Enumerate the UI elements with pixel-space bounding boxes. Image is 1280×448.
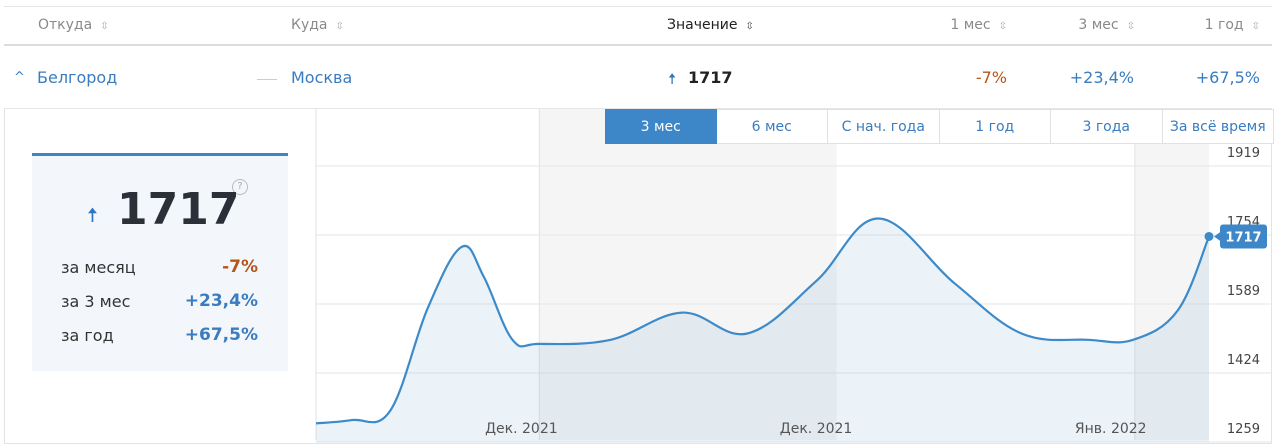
x-tick-label: Дек. 2021: [780, 421, 853, 437]
summary-label-3-months: за 3 мес: [61, 292, 131, 311]
y-tick-label: 1589: [1227, 284, 1260, 299]
tab-year-to-date[interactable]: С нач. года: [828, 109, 940, 144]
period-tabs: 3 мес 6 мес С нач. года 1 год 3 года За …: [605, 109, 1274, 144]
tab-3-months[interactable]: 3 мес: [605, 109, 717, 144]
summary-label-month: за месяц: [61, 258, 136, 277]
summary-value-3-months: +23,4%: [184, 291, 258, 311]
summary-label-year: за год: [61, 326, 114, 345]
y-tick-label: 1919: [1227, 146, 1260, 161]
tab-1-year[interactable]: 1 год: [939, 109, 1051, 144]
summary-value-month: -7%: [222, 257, 258, 277]
x-tick-label: Дек. 2021: [485, 421, 558, 437]
y-tick-label: 1259: [1227, 422, 1260, 437]
tab-3-years[interactable]: 3 года: [1051, 109, 1163, 144]
x-tick-label: Янв. 2022: [1075, 421, 1147, 437]
last-value-label: 1717: [1225, 230, 1261, 245]
arrow-up-icon: 🠅: [87, 203, 98, 227]
summary-value-year: +67,5%: [184, 325, 258, 345]
tab-all-time[interactable]: За всё время: [1162, 109, 1274, 144]
data-point: [1204, 231, 1214, 241]
summary-card: ? 🠅 1717 за месяц -7% за 3 мес +23,4% за…: [32, 153, 288, 371]
summary-value: 1717: [117, 184, 240, 235]
tab-6-months[interactable]: 6 мес: [716, 109, 828, 144]
y-tick-label: 1424: [1227, 353, 1260, 368]
